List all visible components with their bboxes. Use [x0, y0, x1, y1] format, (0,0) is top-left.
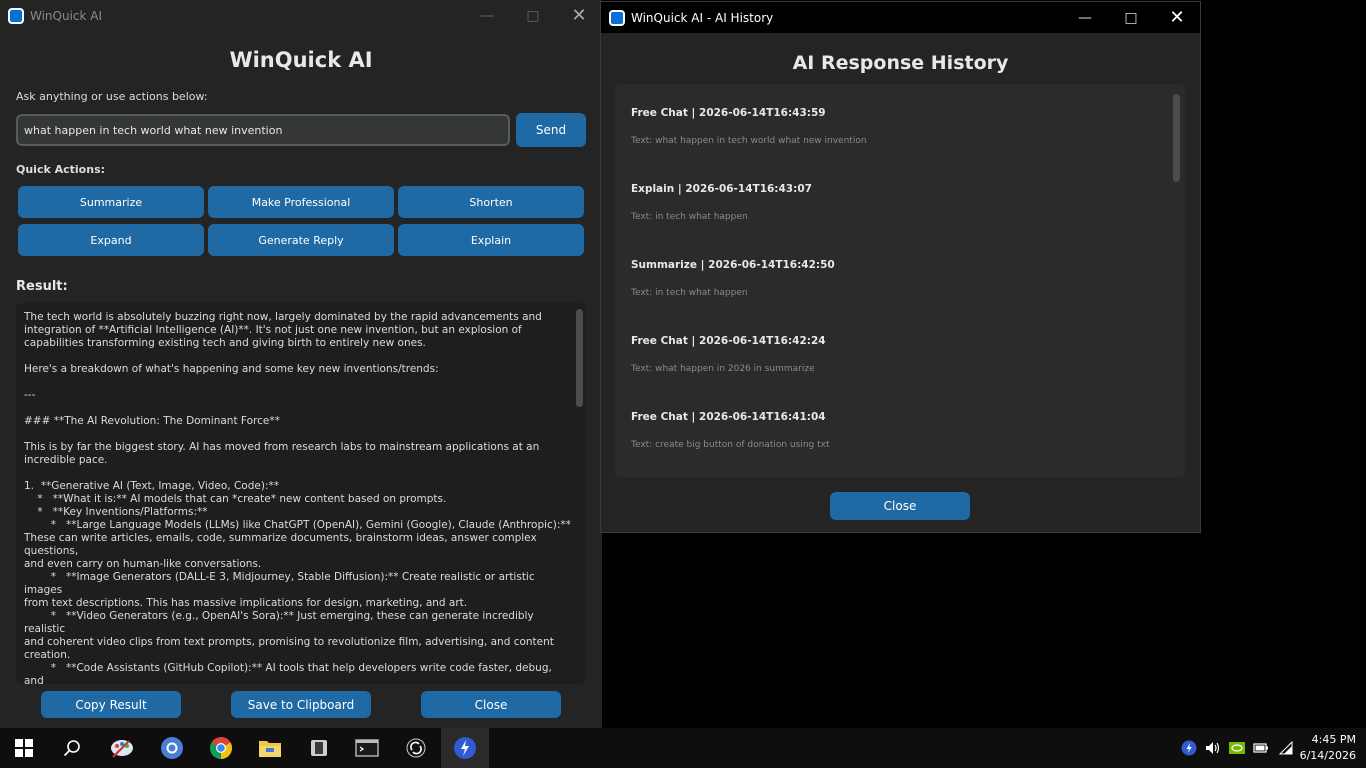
history-entry-head: Free Chat | 2026-06-14T16:41:04 [631, 411, 826, 423]
main-titlebar[interactable]: WinQuick AI — □ ✕ [0, 0, 602, 31]
history-entry[interactable]: Free Chat | 2026-06-14T16:43:59 Text: wh… [631, 107, 867, 146]
taskbar-app-paint[interactable] [98, 728, 146, 768]
taskbar: 4:45 PM 6/14/2026 [0, 728, 1366, 768]
lightning-app-icon [454, 737, 476, 759]
quick-actions-label: Quick Actions: [16, 163, 106, 176]
taskbar-app-winquick[interactable] [441, 728, 489, 768]
wifi-icon[interactable] [1275, 728, 1297, 768]
main-window: WinQuick AI — □ ✕ WinQuick AI Ask anythi… [0, 0, 602, 728]
result-text: The tech world is absolutely buzzing rig… [24, 311, 571, 684]
result-scrollbar[interactable] [576, 309, 583, 407]
shorten-button[interactable]: Shorten [398, 186, 584, 218]
history-close-button[interactable]: Close [830, 492, 970, 520]
close-icon[interactable]: ✕ [556, 0, 602, 31]
history-list[interactable]: Free Chat | 2026-06-14T16:43:59 Text: wh… [615, 84, 1185, 477]
taskbar-app-browser[interactable] [148, 728, 196, 768]
ask-label: Ask anything or use actions below: [16, 90, 208, 103]
history-entry-head: Summarize | 2026-06-14T16:42:50 [631, 259, 835, 271]
history-entry[interactable]: Free Chat | 2026-06-14T16:42:24 Text: wh… [631, 335, 826, 374]
taskbar-app-generic[interactable] [295, 728, 343, 768]
search-icon [63, 740, 80, 757]
tray-app-icon[interactable] [1178, 728, 1200, 768]
history-entry-head: Explain | 2026-06-14T16:43:07 [631, 183, 812, 195]
lightning-tray-icon [1181, 740, 1197, 756]
history-entry-text: Text: in tech what happen [631, 212, 748, 222]
minimize-icon[interactable]: — [464, 0, 510, 31]
app-title: WinQuick AI [229, 48, 373, 72]
taskbar-app-explorer[interactable] [246, 728, 294, 768]
chrome-icon [210, 737, 232, 759]
history-entry-head: Free Chat | 2026-06-14T16:43:59 [631, 107, 826, 119]
make-professional-button[interactable]: Make Professional [208, 186, 394, 218]
minimize-icon[interactable]: — [1062, 2, 1108, 33]
history-entry-head: Free Chat | 2026-06-14T16:42:24 [631, 335, 826, 347]
query-input[interactable] [16, 114, 510, 146]
history-entry-text: Text: in tech what happen [631, 288, 748, 298]
search-button[interactable] [48, 728, 96, 768]
history-scrollbar[interactable] [1173, 94, 1180, 182]
battery-icon[interactable] [1250, 728, 1272, 768]
history-entry[interactable]: Explain | 2026-06-14T16:43:07 Text: in t… [631, 183, 812, 222]
close-icon[interactable]: ✕ [1154, 2, 1200, 33]
result-textbox[interactable]: The tech world is absolutely buzzing rig… [16, 303, 586, 684]
clock[interactable]: 4:45 PM 6/14/2026 [1300, 732, 1356, 764]
history-window-title: WinQuick AI - AI History [631, 10, 774, 25]
history-entry-text: Text: create big button of donation usin… [631, 440, 830, 450]
send-button[interactable]: Send [516, 113, 586, 147]
maximize-icon[interactable]: □ [1108, 2, 1154, 33]
app-icon [8, 7, 24, 24]
browser-icon [161, 737, 183, 759]
history-entry[interactable]: Free Chat | 2026-06-14T16:41:04 Text: cr… [631, 411, 830, 450]
explain-button[interactable]: Explain [398, 224, 584, 256]
windows-logo-icon [15, 739, 33, 757]
app-icon [609, 9, 625, 26]
history-titlebar[interactable]: WinQuick AI - AI History — □ ✕ [601, 2, 1200, 33]
volume-icon[interactable] [1202, 728, 1224, 768]
nvidia-icon[interactable] [1226, 728, 1248, 768]
quick-actions-grid: Summarize Make Professional Shorten Expa… [18, 186, 584, 256]
folder-icon [259, 741, 281, 757]
paint-palette-icon [111, 740, 133, 758]
copy-result-button[interactable]: Copy Result [41, 691, 181, 718]
close-button[interactable]: Close [421, 691, 561, 718]
taskbar-app-terminal[interactable] [343, 728, 391, 768]
refresh-icon [406, 738, 426, 758]
taskbar-app-chrome[interactable] [197, 728, 245, 768]
clock-date: 6/14/2026 [1299, 749, 1356, 762]
terminal-icon [355, 739, 379, 757]
taskbar-app-refresh[interactable] [392, 728, 440, 768]
save-to-clipboard-button[interactable]: Save to Clipboard [231, 691, 371, 718]
history-window: WinQuick AI - AI History — □ ✕ AI Respon… [600, 1, 1201, 533]
clock-time: 4:45 PM [1311, 733, 1356, 746]
generate-reply-button[interactable]: Generate Reply [208, 224, 394, 256]
main-window-title: WinQuick AI [30, 8, 103, 23]
app-window-icon [311, 740, 327, 756]
maximize-icon[interactable]: □ [510, 0, 556, 31]
result-label: Result: [16, 279, 68, 294]
history-entry-text: Text: what happen in tech world what new… [631, 136, 867, 146]
history-heading: AI Response History [792, 52, 1009, 74]
start-button[interactable] [0, 728, 48, 768]
history-entry[interactable]: Summarize | 2026-06-14T16:42:50 Text: in… [631, 259, 835, 298]
expand-button[interactable]: Expand [18, 224, 204, 256]
summarize-button[interactable]: Summarize [18, 186, 204, 218]
history-entry-text: Text: what happen in 2026 in summarize [631, 364, 815, 374]
